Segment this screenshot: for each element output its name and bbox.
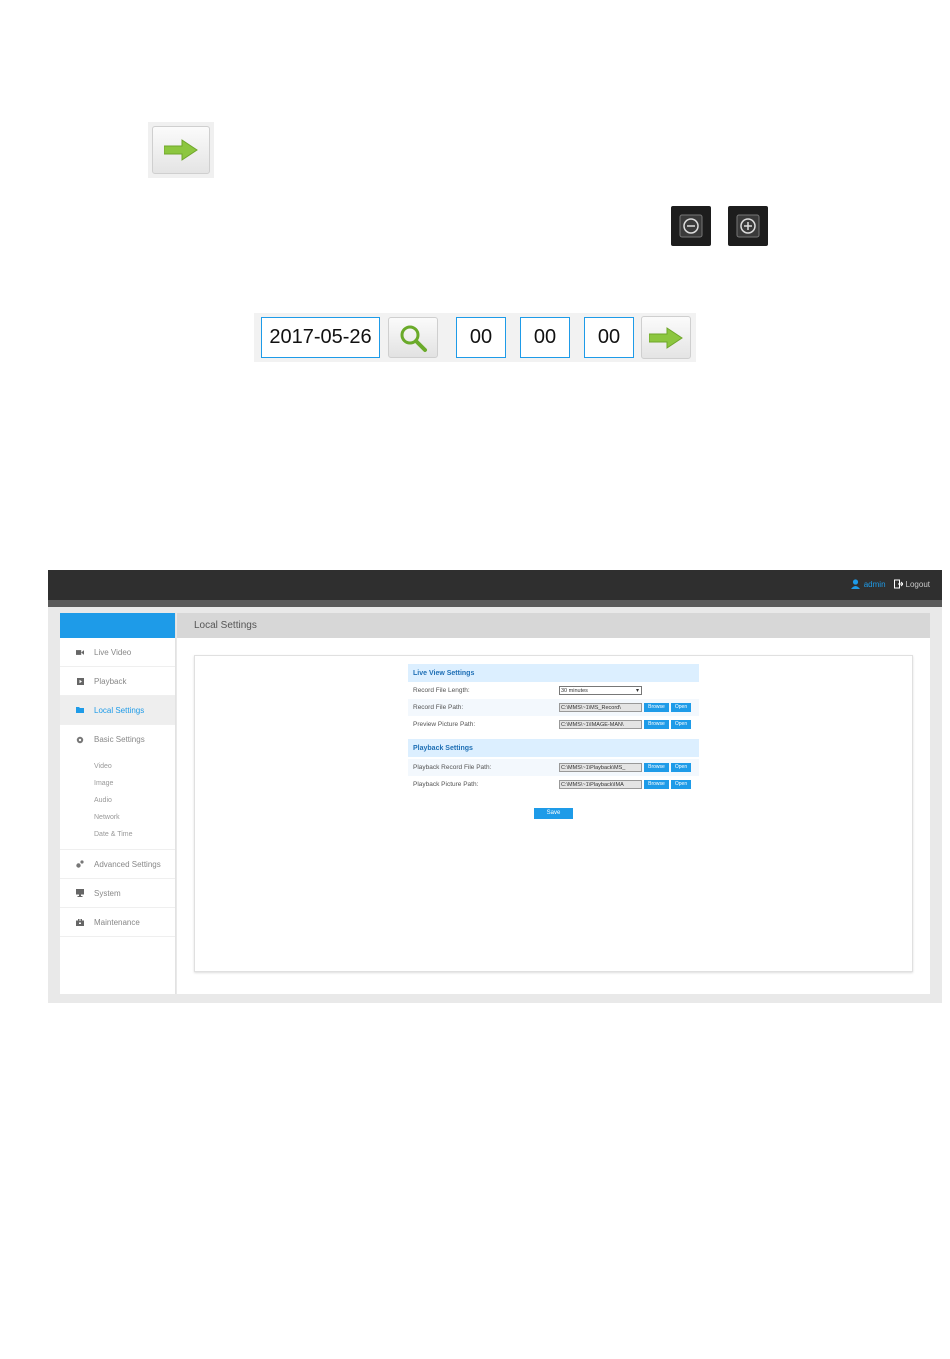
- page-title: Local Settings: [177, 613, 930, 638]
- playback-picture-path-row: Playback Picture Path: C:\MMS\~1\Playbac…: [408, 776, 699, 793]
- go-button[interactable]: [152, 126, 210, 174]
- sidebar-item-playback[interactable]: Playback: [60, 667, 175, 696]
- record-file-length-row: Record File Length: 30 minutes ▾: [408, 682, 699, 699]
- sidebar-item-label: Local Settings: [94, 705, 145, 715]
- magnifier-icon: [400, 325, 427, 352]
- browse-button[interactable]: Browse: [644, 703, 669, 712]
- open-button[interactable]: Open: [671, 703, 691, 712]
- go-button[interactable]: [641, 316, 691, 359]
- logout-icon: [893, 579, 903, 589]
- record-file-length-select[interactable]: 30 minutes ▾: [559, 686, 642, 695]
- sidebar-item-advanced-settings[interactable]: Advanced Settings: [60, 850, 175, 879]
- gears-icon: [76, 860, 84, 868]
- main-content: Local Settings Live View Settings Record…: [177, 613, 930, 994]
- second-input[interactable]: 00: [584, 317, 634, 358]
- username-link[interactable]: admin: [864, 580, 886, 589]
- arrow-right-icon: [649, 326, 683, 349]
- open-button[interactable]: Open: [671, 763, 691, 772]
- logout-link[interactable]: Logout: [906, 580, 930, 589]
- sidebar-item-system[interactable]: System: [60, 879, 175, 908]
- minute-input[interactable]: 00: [520, 317, 570, 358]
- hour-input[interactable]: 00: [456, 317, 506, 358]
- camera-icon: [76, 648, 84, 656]
- monitor-icon: [76, 889, 84, 897]
- playback-icon: [76, 677, 84, 685]
- sidebar-header: [60, 613, 175, 638]
- sidebar-item-local-settings[interactable]: Local Settings: [60, 696, 175, 725]
- sidebar-item-label: Live Video: [94, 647, 132, 657]
- arrow-right-icon: [164, 139, 198, 161]
- go-button-frame: [148, 122, 214, 178]
- web-client-window: admin Logout Live Video Playback Local S…: [48, 570, 942, 1003]
- sidebar: Live Video Playback Local Settings Basic…: [60, 613, 176, 994]
- preview-picture-path-input[interactable]: C:\MMS\~1\IMAGE-MAN\: [559, 720, 642, 729]
- field-label: Record File Path:: [413, 704, 464, 711]
- local-settings-form: Live View Settings Record File Length: 3…: [408, 664, 699, 819]
- date-time-search-bar: 2017-05-26 00 00 00: [254, 313, 696, 362]
- sidebar-item-basic-settings[interactable]: Basic Settings: [60, 725, 175, 754]
- sidebar-item-maintenance[interactable]: Maintenance: [60, 908, 175, 937]
- browse-button[interactable]: Browse: [644, 780, 669, 789]
- sidebar-item-label: Basic Settings: [94, 735, 145, 744]
- sidebar-item-label: Maintenance: [94, 917, 140, 927]
- select-value: 30 minutes: [561, 688, 588, 694]
- sidebar-item-label: Advanced Settings: [94, 859, 161, 869]
- field-label: Preview Picture Path:: [413, 721, 476, 728]
- field-label: Playback Record File Path:: [413, 764, 492, 771]
- settings-panel: Live View Settings Record File Length: 3…: [194, 655, 913, 972]
- sidebar-item-live-video[interactable]: Live Video: [60, 638, 175, 667]
- browse-button[interactable]: Browse: [644, 720, 669, 729]
- user-icon: [850, 579, 860, 589]
- top-bar: admin Logout: [48, 570, 942, 600]
- browse-button[interactable]: Browse: [644, 763, 669, 772]
- submenu-item-video[interactable]: Video: [60, 758, 175, 775]
- record-file-path-input[interactable]: C:\MMS\~1\MS_Record\: [559, 703, 642, 712]
- save-button[interactable]: Save: [534, 808, 573, 819]
- section-playback-settings: Playback Settings: [408, 739, 699, 757]
- chevron-down-icon: ▾: [635, 688, 639, 694]
- preview-picture-path-row: Preview Picture Path: C:\MMS\~1\IMAGE-MA…: [408, 716, 699, 733]
- gear-icon: [76, 736, 84, 744]
- submenu-item-audio[interactable]: Audio: [60, 792, 175, 809]
- open-button[interactable]: Open: [671, 720, 691, 729]
- record-file-path-row: Record File Path: C:\MMS\~1\MS_Record\ B…: [408, 699, 699, 716]
- submenu-item-network[interactable]: Network: [60, 809, 175, 826]
- section-live-view-settings: Live View Settings: [408, 664, 699, 682]
- submenu-item-date-time[interactable]: Date & Time: [60, 826, 175, 843]
- toolbox-icon: [76, 918, 84, 926]
- playback-picture-path-input[interactable]: C:\MMS\~1\Playback\IMA: [559, 780, 642, 789]
- zoom-in-icon: [736, 214, 760, 238]
- date-input[interactable]: 2017-05-26: [261, 317, 380, 358]
- search-button[interactable]: [388, 317, 438, 358]
- top-bar-divider: [48, 600, 942, 607]
- basic-settings-submenu: Video Image Audio Network Date & Time: [60, 754, 175, 850]
- sidebar-item-label: System: [94, 888, 121, 898]
- zoom-out-button[interactable]: [671, 206, 711, 246]
- sidebar-item-label: Playback: [94, 676, 127, 686]
- playback-record-file-path-input[interactable]: C:\MMS\~1\Playback\MS_: [559, 763, 642, 772]
- field-label: Record File Length:: [413, 687, 470, 694]
- zoom-out-icon: [679, 214, 703, 238]
- field-label: Playback Picture Path:: [413, 781, 479, 788]
- playback-record-file-path-row: Playback Record File Path: C:\MMS\~1\Pla…: [408, 759, 699, 776]
- user-area: admin Logout: [850, 579, 930, 589]
- open-button[interactable]: Open: [671, 780, 691, 789]
- folder-icon: [76, 706, 84, 714]
- submenu-item-image[interactable]: Image: [60, 775, 175, 792]
- zoom-in-button[interactable]: [728, 206, 768, 246]
